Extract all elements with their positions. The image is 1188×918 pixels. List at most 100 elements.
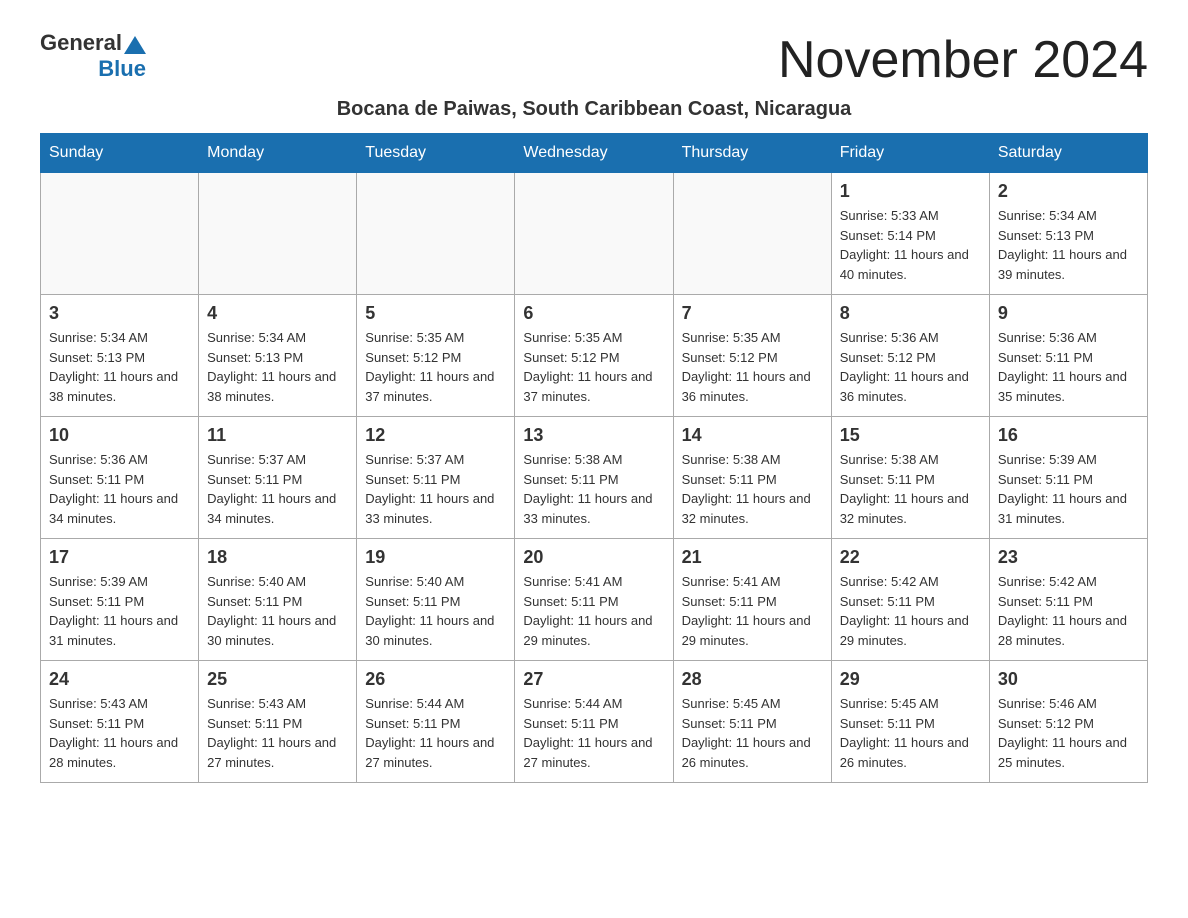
calendar-cell: 26 Sunrise: 5:44 AM Sunset: 5:11 PM Dayli…	[357, 661, 515, 783]
calendar-cell: 19 Sunrise: 5:40 AM Sunset: 5:11 PM Dayli…	[357, 539, 515, 661]
day-number: 20	[523, 547, 664, 568]
day-number: 23	[998, 547, 1139, 568]
day-info: Sunrise: 5:44 AM Sunset: 5:11 PM Dayligh…	[523, 694, 664, 772]
day-info: Sunrise: 5:45 AM Sunset: 5:11 PM Dayligh…	[840, 694, 981, 772]
calendar-cell: 20 Sunrise: 5:41 AM Sunset: 5:11 PM Dayli…	[515, 539, 673, 661]
day-info: Sunrise: 5:40 AM Sunset: 5:11 PM Dayligh…	[365, 572, 506, 650]
day-number: 4	[207, 303, 348, 324]
calendar-cell: 5 Sunrise: 5:35 AM Sunset: 5:12 PM Daylig…	[357, 295, 515, 417]
day-number: 2	[998, 181, 1139, 202]
calendar-cell	[357, 173, 515, 295]
day-info: Sunrise: 5:42 AM Sunset: 5:11 PM Dayligh…	[998, 572, 1139, 650]
calendar-week-row: 3 Sunrise: 5:34 AM Sunset: 5:13 PM Daylig…	[41, 295, 1148, 417]
page-header: General Blue November 2024	[40, 30, 1148, 90]
calendar-cell: 17 Sunrise: 5:39 AM Sunset: 5:11 PM Dayli…	[41, 539, 199, 661]
calendar-cell: 7 Sunrise: 5:35 AM Sunset: 5:12 PM Daylig…	[673, 295, 831, 417]
day-info: Sunrise: 5:37 AM Sunset: 5:11 PM Dayligh…	[207, 450, 348, 528]
day-info: Sunrise: 5:34 AM Sunset: 5:13 PM Dayligh…	[207, 328, 348, 406]
calendar-cell: 16Sunrise: 5:39 AM Sunset: 5:11 PM Dayli…	[989, 417, 1147, 539]
day-number: 29	[840, 669, 981, 690]
day-number: 12	[365, 425, 506, 446]
day-number: 1	[840, 181, 981, 202]
calendar-cell: 2 Sunrise: 5:34 AM Sunset: 5:13 PM Daylig…	[989, 173, 1147, 295]
column-header-wednesday: Wednesday	[515, 134, 673, 173]
calendar-cell: 8Sunrise: 5:36 AM Sunset: 5:12 PM Daylig…	[831, 295, 989, 417]
day-info: Sunrise: 5:35 AM Sunset: 5:12 PM Dayligh…	[523, 328, 664, 406]
column-header-tuesday: Tuesday	[357, 134, 515, 173]
day-number: 9	[998, 303, 1139, 324]
calendar-cell: 24Sunrise: 5:43 AM Sunset: 5:11 PM Dayli…	[41, 661, 199, 783]
day-info: Sunrise: 5:39 AM Sunset: 5:11 PM Dayligh…	[998, 450, 1139, 528]
day-number: 30	[998, 669, 1139, 690]
day-info: Sunrise: 5:38 AM Sunset: 5:11 PM Dayligh…	[682, 450, 823, 528]
calendar-cell: 14 Sunrise: 5:38 AM Sunset: 5:11 PM Dayli…	[673, 417, 831, 539]
day-number: 28	[682, 669, 823, 690]
day-info: Sunrise: 5:33 AM Sunset: 5:14 PM Dayligh…	[840, 206, 981, 284]
day-number: 11	[207, 425, 348, 446]
day-number: 5	[365, 303, 506, 324]
day-number: 19	[365, 547, 506, 568]
calendar-cell	[199, 173, 357, 295]
day-number: 3	[49, 303, 190, 324]
day-number: 22	[840, 547, 981, 568]
calendar-cell: 21 Sunrise: 5:41 AM Sunset: 5:11 PM Dayli…	[673, 539, 831, 661]
day-info: Sunrise: 5:36 AM Sunset: 5:12 PM Dayligh…	[840, 328, 981, 406]
calendar-week-row: 17 Sunrise: 5:39 AM Sunset: 5:11 PM Dayli…	[41, 539, 1148, 661]
calendar-cell: 10 Sunrise: 5:36 AM Sunset: 5:11 PM Dayli…	[41, 417, 199, 539]
day-info: Sunrise: 5:34 AM Sunset: 5:13 PM Dayligh…	[49, 328, 190, 406]
calendar-week-row: 24 Sunrise: 5:43 AM Sunset: 5:11 PM Dayli…	[41, 661, 1148, 783]
day-info: Sunrise: 5:35 AM Sunset: 5:12 PM Dayligh…	[682, 328, 823, 406]
day-info: Sunrise: 5:44 AM Sunset: 5:11 PM Dayligh…	[365, 694, 506, 772]
day-number: 21	[682, 547, 823, 568]
day-info: Sunrise: 5:38 AM Sunset: 5:11 PM Dayligh…	[840, 450, 981, 528]
day-number: 14	[682, 425, 823, 446]
calendar-week-row: 10 Sunrise: 5:36 AM Sunset: 5:11 PM Dayli…	[41, 417, 1148, 539]
day-number: 18	[207, 547, 348, 568]
day-number: 10	[49, 425, 190, 446]
calendar-cell: 12 Sunrise: 5:37 AM Sunset: 5:11 PM Dayli…	[357, 417, 515, 539]
day-info: Sunrise: 5:35 AM Sunset: 5:12 PM Dayligh…	[365, 328, 506, 406]
day-number: 13	[523, 425, 664, 446]
calendar-cell: 22Sunrise: 5:42 AM Sunset: 5:11 PM Dayli…	[831, 539, 989, 661]
day-info: Sunrise: 5:36 AM Sunset: 5:11 PM Dayligh…	[998, 328, 1139, 406]
calendar-cell: 4 Sunrise: 5:34 AM Sunset: 5:13 PM Daylig…	[199, 295, 357, 417]
calendar-week-row: 1 Sunrise: 5:33 AM Sunset: 5:14 PM Daylig…	[41, 173, 1148, 295]
logo-general-text: General	[40, 30, 122, 56]
logo-blue-text: Blue	[98, 56, 146, 82]
day-info: Sunrise: 5:43 AM Sunset: 5:11 PM Dayligh…	[207, 694, 348, 772]
day-number: 15	[840, 425, 981, 446]
day-number: 26	[365, 669, 506, 690]
day-info: Sunrise: 5:39 AM Sunset: 5:11 PM Dayligh…	[49, 572, 190, 650]
day-number: 6	[523, 303, 664, 324]
calendar-cell: 9 Sunrise: 5:36 AM Sunset: 5:11 PM Daylig…	[989, 295, 1147, 417]
calendar-subtitle: Bocana de Paiwas, South Caribbean Coast,…	[40, 98, 1148, 121]
calendar-cell: 29 Sunrise: 5:45 AM Sunset: 5:11 PM Dayli…	[831, 661, 989, 783]
column-header-thursday: Thursday	[673, 134, 831, 173]
calendar-cell: 28Sunrise: 5:45 AM Sunset: 5:11 PM Dayli…	[673, 661, 831, 783]
calendar-cell: 23 Sunrise: 5:42 AM Sunset: 5:11 PM Dayli…	[989, 539, 1147, 661]
calendar-table: SundayMondayTuesdayWednesdayThursdayFrid…	[40, 133, 1148, 783]
day-info: Sunrise: 5:41 AM Sunset: 5:11 PM Dayligh…	[682, 572, 823, 650]
day-number: 27	[523, 669, 664, 690]
day-number: 25	[207, 669, 348, 690]
day-info: Sunrise: 5:41 AM Sunset: 5:11 PM Dayligh…	[523, 572, 664, 650]
calendar-header-row: SundayMondayTuesdayWednesdayThursdayFrid…	[41, 134, 1148, 173]
calendar-cell: 25 Sunrise: 5:43 AM Sunset: 5:11 PM Dayli…	[199, 661, 357, 783]
month-title: November 2024	[778, 30, 1148, 90]
calendar-cell: 3 Sunrise: 5:34 AM Sunset: 5:13 PM Daylig…	[41, 295, 199, 417]
day-info: Sunrise: 5:36 AM Sunset: 5:11 PM Dayligh…	[49, 450, 190, 528]
day-number: 7	[682, 303, 823, 324]
calendar-cell: 13 Sunrise: 5:38 AM Sunset: 5:11 PM Dayli…	[515, 417, 673, 539]
calendar-cell	[515, 173, 673, 295]
column-header-friday: Friday	[831, 134, 989, 173]
day-number: 17	[49, 547, 190, 568]
day-info: Sunrise: 5:38 AM Sunset: 5:11 PM Dayligh…	[523, 450, 664, 528]
day-info: Sunrise: 5:40 AM Sunset: 5:11 PM Dayligh…	[207, 572, 348, 650]
column-header-saturday: Saturday	[989, 134, 1147, 173]
day-info: Sunrise: 5:34 AM Sunset: 5:13 PM Dayligh…	[998, 206, 1139, 284]
calendar-cell: 18 Sunrise: 5:40 AM Sunset: 5:11 PM Dayli…	[199, 539, 357, 661]
logo: General Blue	[40, 30, 146, 82]
calendar-cell: 11 Sunrise: 5:37 AM Sunset: 5:11 PM Dayli…	[199, 417, 357, 539]
day-info: Sunrise: 5:37 AM Sunset: 5:11 PM Dayligh…	[365, 450, 506, 528]
day-number: 24	[49, 669, 190, 690]
